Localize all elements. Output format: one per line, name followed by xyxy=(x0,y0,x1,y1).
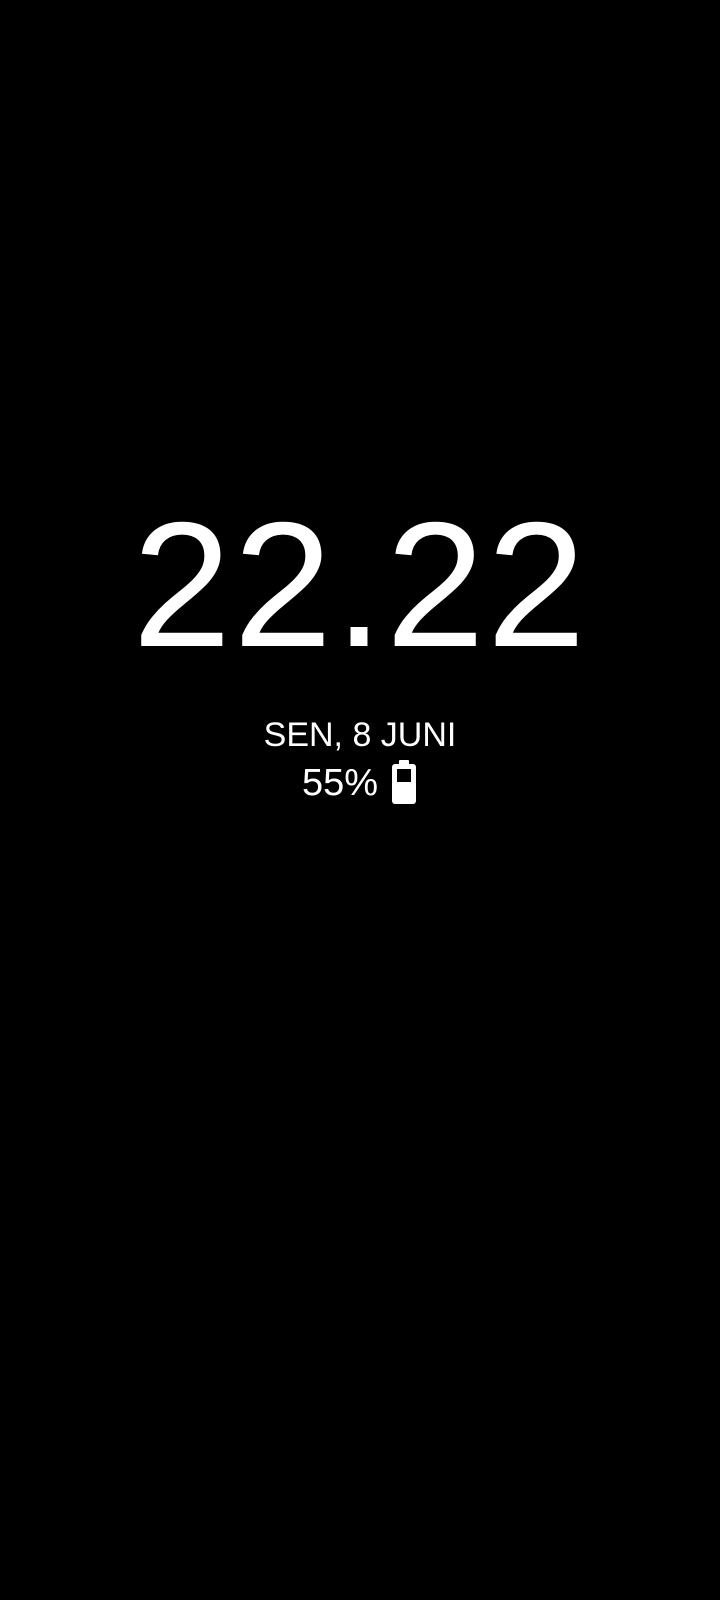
battery-status: 55% xyxy=(0,760,720,806)
date-label: SEN, 8 JUNI xyxy=(263,716,457,754)
clock-time: 22.22 xyxy=(132,485,588,684)
battery-icon xyxy=(392,760,417,804)
battery-percentage: 55% xyxy=(301,762,379,804)
ambient-display: 22.22 SEN, 8 JUNI 55% xyxy=(0,0,720,1600)
